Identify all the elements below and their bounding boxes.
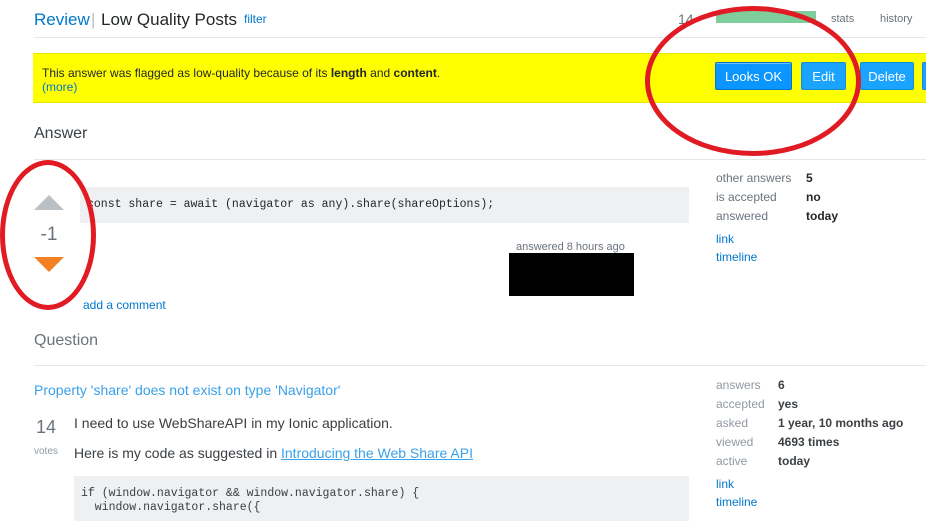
user-card-redacted — [509, 253, 634, 296]
question-link[interactable]: link — [716, 477, 734, 491]
viewed-value: 4693 times — [778, 435, 840, 449]
answer-code: const share = await (navigator as any).s… — [87, 198, 495, 211]
answer-timeline-link[interactable]: timeline — [716, 250, 757, 264]
question-body-line-1: I need to use WebShareAPI in my Ionic ap… — [74, 415, 393, 431]
answered-time: answered 8 hours ago — [516, 241, 625, 253]
looks-ok-button[interactable]: Looks OK — [715, 62, 792, 90]
flag-message: This answer was flagged as low-quality b… — [42, 66, 440, 80]
question-heading: Question — [34, 332, 99, 349]
body-2-prefix: Here is my code as suggested in — [74, 445, 281, 461]
answer-heading: Answer — [34, 125, 88, 142]
review-count: 14 — [678, 11, 694, 27]
vote-count: -1 — [40, 224, 58, 245]
question-code-line-2: window.navigator.share({ — [81, 501, 261, 514]
active-label: active — [716, 454, 748, 468]
is-accepted-label: is accepted — [716, 190, 777, 204]
more-actions-button[interactable] — [922, 62, 926, 90]
flag-length: length — [330, 66, 367, 80]
flag-period: . — [436, 66, 441, 80]
answer-divider — [34, 159, 926, 160]
question-votes-label: votes — [34, 446, 58, 457]
accepted-value: yes — [778, 397, 799, 411]
filter-link[interactable]: filter — [244, 12, 267, 26]
answer-link[interactable]: link — [716, 232, 734, 246]
history-tab[interactable]: history — [880, 13, 912, 25]
asked-value: 1 year, 10 months ago — [778, 416, 904, 430]
answers-label: answers — [716, 378, 761, 392]
add-comment-link[interactable]: add a comment — [83, 298, 166, 312]
more-link[interactable]: (more) — [42, 80, 77, 94]
answered-value: today — [806, 209, 839, 223]
active-value: today — [778, 454, 811, 468]
other-answers-value: 5 — [806, 171, 813, 185]
flag-and: and — [366, 66, 394, 80]
delete-button[interactable]: Delete — [860, 62, 914, 90]
other-answers-label: other answers — [716, 171, 792, 185]
question-divider — [34, 365, 926, 366]
answers-value: 6 — [778, 378, 785, 392]
question-code-line-1: if (window.navigator && window.navigator… — [81, 487, 420, 500]
header-separator: | — [91, 10, 96, 29]
edit-button[interactable]: Edit — [801, 62, 846, 90]
flag-content: content — [393, 66, 437, 80]
question-votes: 14 — [36, 417, 57, 437]
downvote-arrow-icon[interactable] — [34, 257, 64, 273]
progress-fill — [716, 11, 816, 23]
upvote-arrow-icon[interactable] — [34, 194, 64, 210]
page-title: Low Quality Posts — [101, 10, 238, 29]
question-body-line-2: Here is my code as suggested in Introduc… — [74, 445, 473, 461]
asked-label: asked — [716, 416, 749, 430]
viewed-label: viewed — [716, 435, 754, 449]
flag-text-prefix: This answer was flagged as low-quality b… — [42, 66, 331, 80]
header-divider — [34, 37, 926, 38]
question-timeline-link[interactable]: timeline — [716, 495, 757, 509]
is-accepted-value: no — [806, 190, 821, 204]
stats-tab[interactable]: stats — [831, 13, 854, 25]
web-share-api-link[interactable]: Introducing the Web Share API — [281, 445, 473, 461]
progress-bar — [716, 11, 816, 23]
accepted-label: accepted — [716, 397, 765, 411]
question-title[interactable]: Property 'share' does not exist on type … — [34, 382, 340, 398]
review-link[interactable]: Review — [34, 10, 90, 30]
answered-label: answered — [716, 209, 769, 223]
